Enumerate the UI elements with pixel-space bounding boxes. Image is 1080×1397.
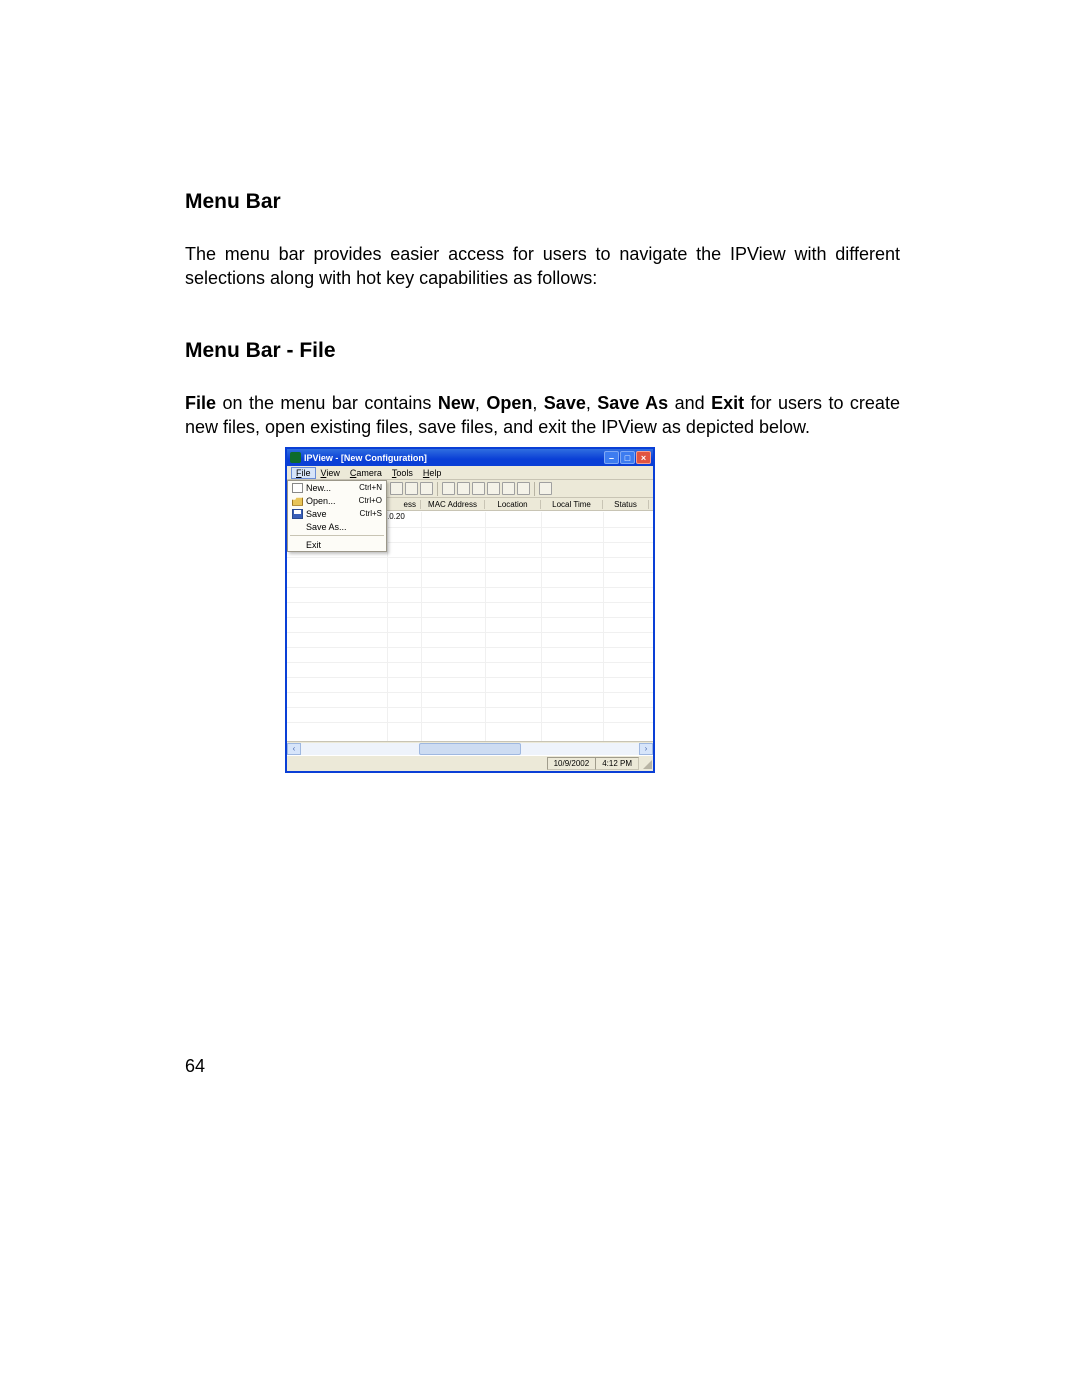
menu-help[interactable]: Help	[418, 467, 447, 479]
ipview-window: IPView - [New Configuration] – □ × File …	[285, 447, 655, 773]
bold-open: Open	[486, 393, 532, 413]
menu-view[interactable]: View	[316, 467, 345, 479]
menu-tools[interactable]: Tools	[387, 467, 418, 479]
status-bar: 10/9/2002 4:12 PM	[287, 755, 653, 771]
column-headers: ess MAC Address Location Local Time Stat…	[387, 498, 653, 511]
scroll-right-button[interactable]: ›	[639, 743, 653, 755]
bold-exit: Exit	[711, 393, 744, 413]
toolbar-separator	[534, 482, 535, 496]
toolbar-icon[interactable]	[405, 482, 418, 495]
page-number: 64	[185, 1056, 205, 1077]
heading-menu-bar-file: Menu Bar - File	[185, 339, 900, 363]
save-disk-icon	[292, 509, 303, 519]
menu-item-saveas[interactable]: Save As...	[288, 520, 386, 533]
toolbar-icon[interactable]	[487, 482, 500, 495]
minimize-button[interactable]: –	[604, 451, 619, 464]
menu-item-exit[interactable]: Exit	[288, 538, 386, 551]
heading-menu-bar: Menu Bar	[185, 190, 900, 214]
title-bar[interactable]: IPView - [New Configuration] – □ ×	[287, 449, 653, 466]
bold-saveas: Save As	[597, 393, 668, 413]
status-date: 10/9/2002	[547, 757, 597, 770]
toolbar-icon[interactable]	[502, 482, 515, 495]
app-icon	[290, 452, 301, 463]
maximize-button[interactable]: □	[620, 451, 635, 464]
new-file-icon	[292, 483, 303, 493]
column-header[interactable]: ess	[387, 500, 421, 509]
toolbar-icon[interactable]	[442, 482, 455, 495]
scroll-thumb[interactable]	[419, 743, 520, 755]
toolbar-icon[interactable]	[420, 482, 433, 495]
status-time: 4:12 PM	[595, 757, 639, 770]
window-title: IPView - [New Configuration]	[304, 453, 604, 463]
list-view[interactable]: ess MAC Address Location Local Time Stat…	[287, 498, 653, 741]
menu-file[interactable]: File	[291, 467, 316, 479]
open-folder-icon	[292, 496, 303, 506]
paragraph-file-desc: File on the menu bar contains New, Open,…	[185, 391, 900, 440]
menu-separator	[290, 535, 384, 536]
toolbar-separator	[437, 482, 438, 496]
file-menu-dropdown: New... Ctrl+N Open... Ctrl+O Save Ctrl+S	[287, 480, 387, 552]
column-header-localtime[interactable]: Local Time	[541, 500, 603, 509]
blank-icon	[292, 522, 303, 532]
column-header-mac[interactable]: MAC Address	[421, 500, 485, 509]
bold-new: New	[438, 393, 475, 413]
toolbar-icon[interactable]	[517, 482, 530, 495]
column-header-location[interactable]: Location	[485, 500, 541, 509]
menu-item-open[interactable]: Open... Ctrl+O	[288, 494, 386, 507]
resize-grip-icon[interactable]	[640, 757, 653, 770]
blank-icon	[292, 540, 303, 550]
menu-camera[interactable]: Camera	[345, 467, 387, 479]
close-button[interactable]: ×	[636, 451, 651, 464]
menu-item-save[interactable]: Save Ctrl+S	[288, 507, 386, 520]
paragraph-intro: The menu bar provides easier access for …	[185, 242, 900, 291]
toolbar-icon[interactable]	[457, 482, 470, 495]
menu-item-new[interactable]: New... Ctrl+N	[288, 481, 386, 494]
toolbar-icon[interactable]	[390, 482, 403, 495]
scroll-track[interactable]	[301, 743, 639, 755]
toolbar-icon[interactable]	[539, 482, 552, 495]
column-header-status[interactable]: Status	[603, 500, 649, 509]
bold-file: File	[185, 393, 216, 413]
horizontal-scrollbar[interactable]: ‹ ›	[287, 741, 653, 755]
toolbar-icon[interactable]	[472, 482, 485, 495]
menu-bar: File View Camera Tools Help	[287, 466, 653, 480]
scroll-left-button[interactable]: ‹	[287, 743, 301, 755]
bold-save: Save	[544, 393, 586, 413]
